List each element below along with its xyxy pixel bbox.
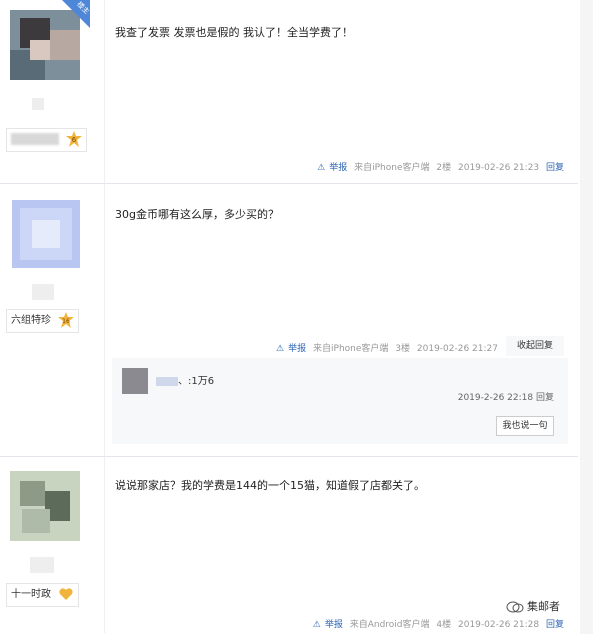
blurred-mark [32, 284, 54, 300]
post-time: 2019-02-26 21:23 [458, 163, 540, 173]
post-source: 来自iPhone客户端 [313, 344, 389, 354]
sub-reply-time: 2019-2-26 22:18 [457, 393, 534, 403]
sub-reply-meta: 2019-2-26 22:18 回复 [458, 390, 554, 403]
sub-reply-text: 、:1万6 [156, 372, 214, 387]
post-divider [104, 457, 105, 633]
level-badge-icon: 6 [66, 131, 83, 147]
collapse-replies-button[interactable]: 收起回复 [506, 336, 564, 356]
author-name: 十一时政 [11, 589, 51, 600]
post-floor: 2楼 [436, 163, 452, 173]
post-meta: ⚠ 举报 来自iPhone客户端 2楼 2019-02-26 21:23 回复 [313, 160, 564, 173]
post-content: 30g金币哪有这么厚，多少买的？ [115, 208, 279, 221]
post-floor-4: 十一时政 说说那家店？我的学费是144的一个15猫，知道假了店都关了。 ⚠ 举报 … [0, 457, 578, 633]
avatar[interactable] [12, 200, 80, 268]
post-source: 来自iPhone客户端 [354, 163, 430, 173]
post-divider [104, 184, 105, 456]
sub-reply-link[interactable]: 回复 [536, 393, 554, 403]
say-something-button[interactable]: 我也说一句 [496, 416, 554, 436]
report-link[interactable]: ⚠ 举报 [313, 620, 343, 630]
watermark: 集邮者 [506, 598, 560, 614]
svg-text:6: 6 [72, 136, 77, 144]
author-badge[interactable]: 6 [6, 128, 88, 152]
report-link[interactable]: ⚠ 举报 [276, 344, 306, 354]
blurred-mark [32, 98, 44, 110]
page-edge [580, 0, 593, 634]
post-floor: 3楼 [395, 344, 411, 354]
post-meta: ⚠ 举报 来自iPhone客户端 3楼 2019-02-26 21:27 [272, 341, 498, 354]
wechat-icon [506, 601, 524, 613]
post-floor: 4楼 [436, 620, 452, 630]
blurred-mark [30, 557, 54, 573]
report-link[interactable]: ⚠ 举报 [317, 163, 347, 173]
blurred-username [156, 376, 178, 386]
author-badge[interactable]: 六组特珍 16 [6, 309, 80, 333]
blurred-username [11, 133, 59, 145]
post-time: 2019-02-26 21:28 [458, 620, 540, 630]
author-badge[interactable]: 十一时政 [6, 583, 80, 607]
post-divider [104, 0, 105, 183]
author-name: 六组特珍 [11, 315, 51, 326]
post-time: 2019-02-26 21:27 [416, 344, 498, 354]
svg-text:16: 16 [62, 318, 70, 325]
avatar[interactable] [10, 471, 80, 541]
level-badge-icon: 16 [58, 312, 75, 328]
post-content: 我查了发票 发票也是假的 我认了！全当学费了！ [115, 26, 353, 39]
sub-reply-box: 、:1万6 2019-2-26 22:18 回复 我也说一句 [112, 358, 568, 444]
post-meta: ⚠ 举报 来自Android客户端 4楼 2019-02-26 21:28 回复 [309, 617, 564, 630]
post-floor-2: 楼主 6 我查了发票 发票也是假的 我认了！全当学费了！ ⚠ 举报 来自iPhon… [0, 0, 578, 184]
reply-link[interactable]: 回复 [546, 620, 564, 630]
sub-reply-avatar[interactable] [122, 368, 148, 394]
post-source: 来自Android客户端 [349, 620, 430, 630]
reply-link[interactable]: 回复 [546, 163, 564, 173]
post-content: 说说那家店？我的学费是144的一个15猫，知道假了店都关了。 [115, 479, 425, 492]
heart-badge-icon [59, 588, 73, 600]
